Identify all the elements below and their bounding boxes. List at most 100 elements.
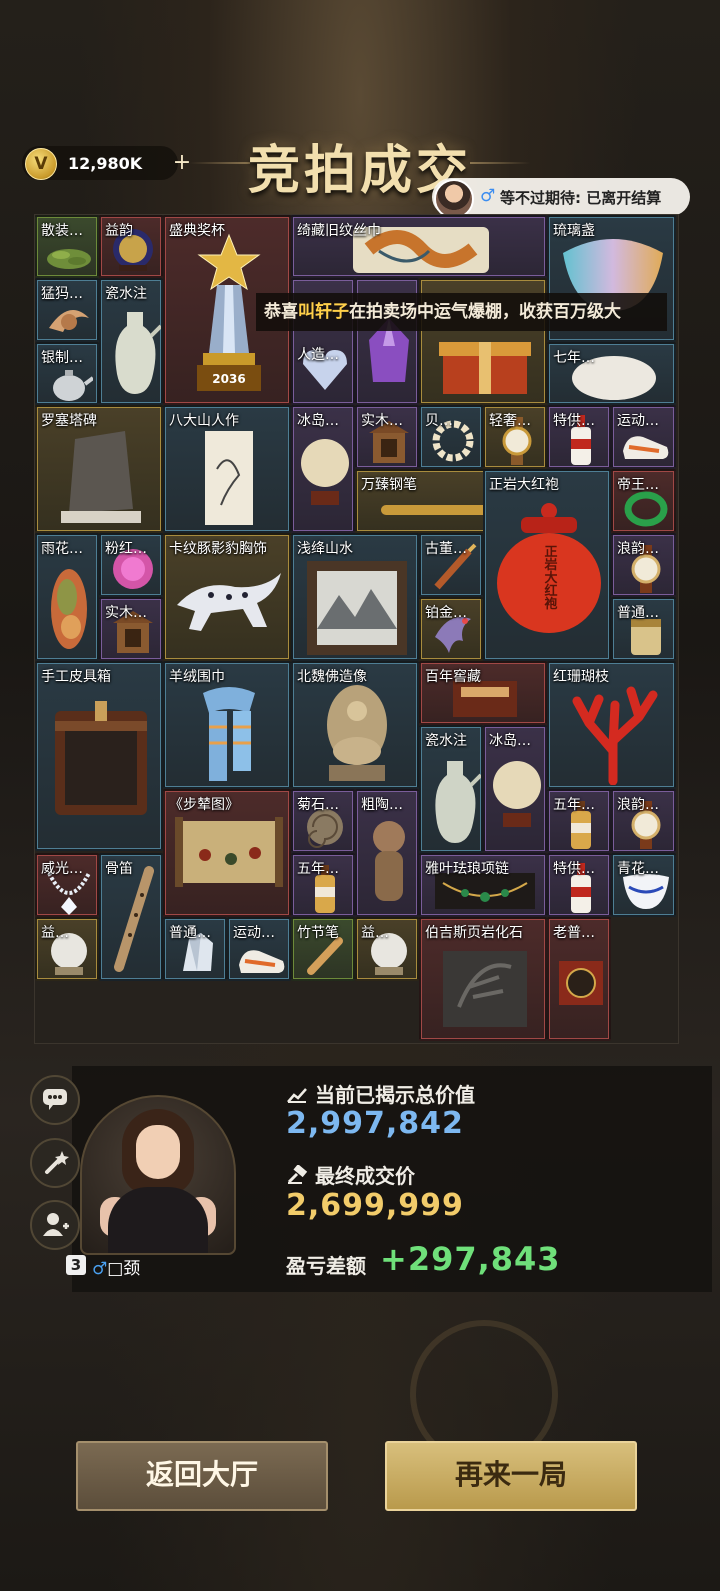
final-price-label: 最终成交价 (286, 1160, 415, 1189)
item-cell[interactable]: 竹节笔 (291, 917, 355, 981)
profit-label: 盈亏差额 (286, 1254, 366, 1278)
pottery-figure-icon (373, 821, 405, 901)
item-cell[interactable]: 手工皮具箱 (35, 661, 163, 851)
rosetta-stone-icon (61, 431, 141, 523)
item-cell[interactable]: 银制… (35, 342, 99, 405)
add-friend-icon (43, 1213, 69, 1236)
item-cell[interactable]: 实木… (99, 597, 163, 661)
item-cell[interactable]: 雅叶珐琅项链 (419, 853, 547, 917)
trend-chart-icon (287, 1088, 307, 1103)
item-cell[interactable]: 普通… (611, 597, 676, 661)
tea-cake-icon (493, 761, 541, 827)
item-cell[interactable]: 浅绛山水 (291, 533, 419, 661)
revealed-value: 2,997,842 (286, 1106, 464, 1141)
item-cell[interactable]: 雨花… (35, 533, 99, 661)
item-cell[interactable]: 特供… (547, 853, 611, 917)
item-cell[interactable]: 瓷水注 (419, 725, 483, 853)
waiting-status-pill: ♂ 等不过期待: 已离开结算 (432, 178, 690, 219)
porcelain-ewer-icon (115, 312, 161, 394)
player-avatar (80, 1095, 236, 1255)
item-cell[interactable]: 冰岛… (483, 725, 547, 853)
item-cell[interactable]: 老普… (547, 917, 611, 1041)
item-cell[interactable]: 特供… (547, 405, 611, 469)
play-again-button[interactable]: 再来一局 (385, 1441, 637, 1511)
add-friend-button[interactable] (30, 1200, 80, 1250)
coin-icon: V (25, 148, 57, 180)
pu-erh-tea-box-icon (559, 961, 603, 1005)
item-cell[interactable]: 菊石… (291, 789, 355, 853)
item-cell[interactable]: 罗塞塔碑 (35, 405, 163, 533)
porcelain-ewer-icon (435, 761, 481, 843)
item-cell[interactable]: 绮藏旧纹丝巾 (291, 215, 547, 278)
item-cell[interactable]: 铂金… (419, 597, 483, 661)
return-lobby-button[interactable]: 返回大厅 (76, 1441, 328, 1511)
leopard-brooch-icon (177, 573, 281, 631)
item-cell[interactable]: 贝… (419, 405, 483, 469)
red-tea-jar-icon: 正岩大红袍 (497, 503, 601, 633)
item-cell[interactable]: 卡纹豚影豹胸饰 (163, 533, 291, 661)
item-cell[interactable]: 粗陶… (355, 789, 419, 917)
item-cell[interactable]: 正岩大红袍 正岩大红袍 (483, 469, 611, 661)
add-coins-button[interactable]: + (172, 152, 192, 174)
item-cell[interactable]: 浪韵… (611, 533, 676, 597)
tea-cake-icon (301, 439, 349, 505)
painting-scroll-icon (205, 431, 253, 525)
tea-leaves-icon (47, 249, 91, 269)
coin-amount: 12,980K (68, 154, 143, 173)
item-cell[interactable]: 冰岛… (291, 405, 355, 533)
gift-box-icon (439, 342, 531, 394)
item-cell[interactable]: 羊绒围巾 (163, 661, 291, 789)
item-cell[interactable]: 粉红… (99, 533, 163, 597)
final-price-value: 2,699,999 (286, 1188, 464, 1223)
item-cell[interactable]: 八大山人作 (163, 405, 291, 533)
leather-trunk-icon (55, 701, 147, 815)
item-cell[interactable]: 浪韵… (611, 789, 676, 853)
red-coral-icon (572, 686, 658, 785)
item-cell[interactable]: 益韵 (99, 215, 163, 278)
sneakers-icon (623, 436, 669, 459)
sneakers-icon (239, 950, 285, 973)
item-cell[interactable]: 北魏佛造像 (291, 661, 419, 789)
profit-value: +297,843 (380, 1240, 561, 1278)
item-cell[interactable]: 帝王… (611, 469, 676, 533)
item-cell[interactable]: 运动… (227, 917, 291, 981)
gender-male-icon: ♂ (92, 1259, 108, 1279)
broadcast-notice: 恭喜叫轩子在拍卖场中运气爆棚，收获百万级大 (256, 293, 667, 331)
item-cell[interactable]: 百年窖藏 (419, 661, 547, 725)
item-cell[interactable]: 益… (35, 917, 99, 981)
item-cell[interactable]: 实木… (355, 405, 419, 469)
item-cell[interactable]: 普通… (163, 917, 227, 981)
coin-balance: V 12,980K + (22, 146, 191, 180)
item-cell[interactable]: 猛犸… (35, 278, 99, 342)
item-cell[interactable]: 瓷水注 (99, 278, 163, 405)
item-cell[interactable]: 五年… (547, 789, 611, 853)
player-name: ♂□颈 (92, 1259, 141, 1279)
item-cell[interactable]: 伯吉斯页岩化石 (419, 917, 547, 1041)
item-cell[interactable]: 五年… (291, 853, 355, 917)
item-cell[interactable]: 红珊瑚枝 (547, 661, 676, 789)
item-cell[interactable]: 骨笛 (99, 853, 163, 981)
item-cell[interactable]: 轻奢… (483, 405, 547, 469)
silver-teapot-icon (53, 370, 93, 401)
item-cell[interactable]: 益… (355, 917, 419, 981)
player-level-badge: 3 (66, 1255, 86, 1275)
item-cell[interactable]: 散装… (35, 215, 99, 278)
item-cell[interactable]: 七年… (547, 342, 676, 405)
rain-flower-stone-icon (51, 569, 87, 649)
notice-player-name: 叫轩子 (298, 302, 349, 322)
mammoth-ivory-icon (49, 310, 89, 332)
scroll-painting-icon (175, 817, 283, 887)
bone-flute-icon (114, 866, 154, 972)
emote-button[interactable] (30, 1138, 80, 1188)
item-cell[interactable]: 威光… (35, 853, 99, 917)
item-grid: 散装… 益韵 2036 盛典奖杯 绮藏旧纹丝巾 琉璃盏 猛犸… 瓷水注 人造… (34, 214, 679, 1044)
revealed-value-label: 当前已揭示总价值 (286, 1079, 475, 1108)
cashmere-scarf-icon (203, 687, 255, 781)
item-cell[interactable]: 《步辇图》 (163, 789, 291, 917)
magic-wand-icon (45, 1151, 69, 1174)
item-cell[interactable]: 运动… (611, 405, 676, 469)
chat-button[interactable] (30, 1075, 80, 1125)
item-cell[interactable]: 古董… (419, 533, 483, 597)
trophy-year: 2036 (212, 372, 245, 386)
item-cell[interactable]: 青花… (611, 853, 676, 917)
